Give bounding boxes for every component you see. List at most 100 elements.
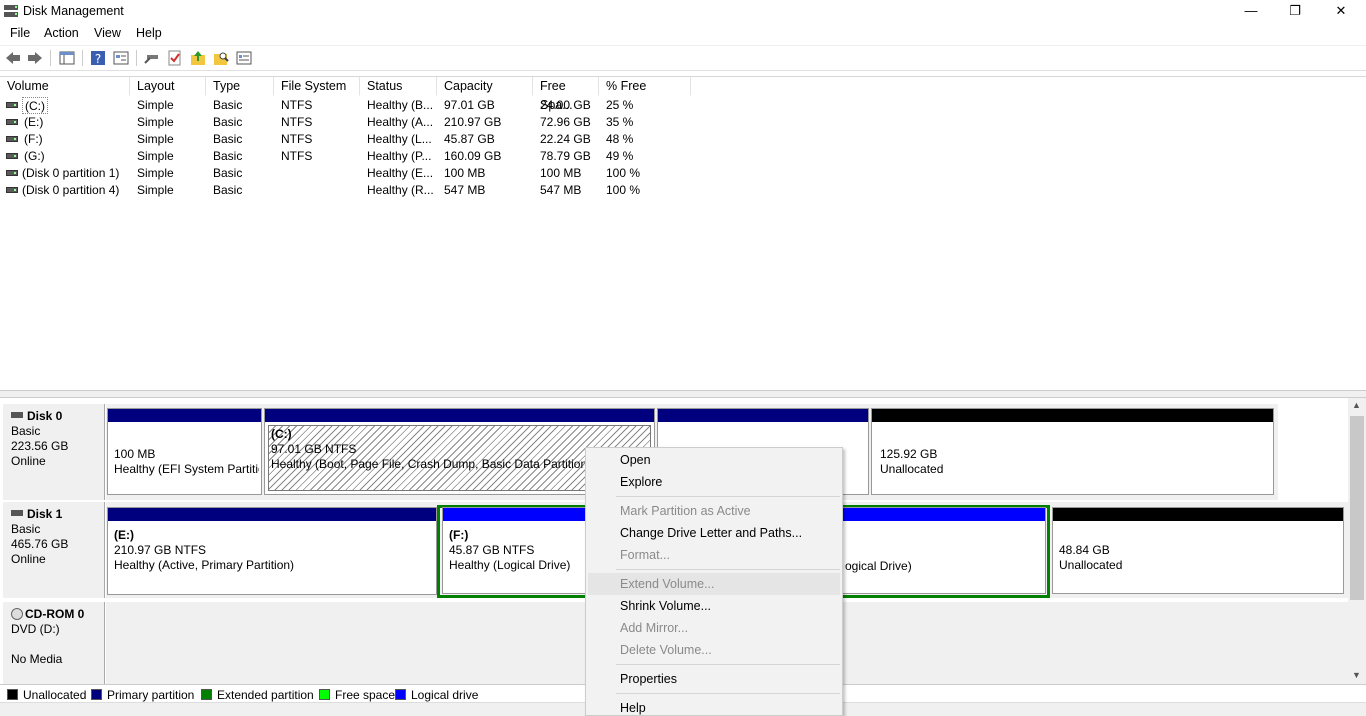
column-header-file-system[interactable]: File System: [274, 77, 360, 96]
partition-disk1-f[interactable]: (F:) 45.87 GB NTFS Healthy (Logical Driv…: [442, 507, 602, 594]
menu-item-mark-active[interactable]: Mark Partition as Active: [588, 500, 840, 522]
volume-percent-free: 100 %: [606, 166, 641, 180]
disk-name: CD-ROM 0: [25, 607, 85, 621]
properties-view-icon[interactable]: [112, 49, 130, 67]
legend-unallocated: Unallocated: [7, 688, 86, 702]
column-header-type[interactable]: Type: [206, 77, 274, 96]
cdrom-0-info[interactable]: CD-ROM 0 DVD (D:) No Media: [3, 602, 105, 684]
menu-separator: [616, 569, 840, 570]
volume-file-system: NTFS: [281, 115, 313, 129]
partition-status: Unallocated: [880, 462, 944, 476]
column-header-volume[interactable]: Volume: [0, 77, 130, 96]
volume-free-space: 78.79 GB: [540, 149, 591, 163]
legend-swatch: [91, 689, 102, 700]
connect-icon[interactable]: [143, 49, 161, 67]
menu-item-properties[interactable]: Properties: [588, 668, 840, 690]
volume-free-space: 24.00 GB: [540, 98, 591, 112]
window-list-icon[interactable]: [235, 49, 253, 67]
disk-1-info[interactable]: Disk 1 Basic 465.76 GB Online: [3, 502, 105, 598]
legend-swatch: [201, 689, 212, 700]
menu-separator: [616, 693, 840, 694]
partition-disk1-unallocated[interactable]: 48.84 GB Unallocated: [1052, 507, 1344, 594]
disk-status: Online: [11, 552, 46, 566]
legend-free-space: Free space: [319, 688, 395, 702]
pane-splitter[interactable]: [0, 390, 1366, 398]
disk-name: Disk 1: [27, 507, 63, 521]
menu-item-delete-volume[interactable]: Delete Volume...: [588, 639, 840, 661]
partition-letter: (F:): [449, 528, 469, 542]
scrollbar-thumb[interactable]: [1350, 416, 1364, 600]
help-icon[interactable]: ?: [89, 49, 107, 67]
column-header-percent-free[interactable]: % Free: [599, 77, 691, 96]
volume-percent-free: 48 %: [606, 132, 634, 146]
partition-size: 48.84 GB: [1059, 543, 1110, 557]
volume-type: Basic: [213, 132, 243, 146]
volume-status: Healthy (A...: [367, 115, 434, 129]
menu-item-format[interactable]: Format...: [588, 544, 840, 566]
legend-swatch: [395, 689, 406, 700]
partition-status: Healthy (Logical Drive): [449, 558, 571, 572]
menu-file[interactable]: File: [10, 26, 30, 40]
volume-name: (E:): [24, 115, 44, 129]
menu-item-explore[interactable]: Explore: [588, 471, 840, 493]
column-header-layout[interactable]: Layout: [130, 77, 206, 96]
search-folder-icon[interactable]: [212, 49, 230, 67]
legend-logical-drive: Logical drive: [395, 688, 478, 702]
partition-disk0-unallocated[interactable]: 125.92 GB Unallocated: [871, 408, 1274, 495]
folder-up-icon[interactable]: [189, 49, 207, 67]
svg-text:?: ?: [95, 52, 101, 66]
volume-layout: Simple: [137, 115, 174, 129]
minimize-button[interactable]: —: [1228, 0, 1274, 24]
volume-percent-free: 25 %: [606, 98, 634, 112]
volume-capacity: 210.97 GB: [444, 115, 502, 129]
partition-status: Healthy (EFI System Partition): [114, 462, 259, 476]
vertical-scrollbar[interactable]: ▲ ▼: [1348, 398, 1366, 684]
close-button[interactable]: ✕: [1318, 0, 1364, 24]
legend-primary-partition: Primary partition: [91, 688, 194, 702]
volume-capacity: 547 MB: [444, 183, 486, 197]
column-header-capacity[interactable]: Capacity: [437, 77, 533, 96]
toolbar-separator: [136, 50, 137, 66]
back-arrow-icon[interactable]: [4, 49, 22, 67]
menu-separator: [616, 496, 840, 497]
column-header-free-space[interactable]: Free Spa...: [533, 77, 599, 112]
menu-item-extend-volume[interactable]: Extend Volume...: [588, 573, 840, 595]
disk-icon: [11, 412, 23, 418]
column-header-status[interactable]: Status: [360, 77, 437, 96]
forward-arrow-icon[interactable]: [26, 49, 44, 67]
legend-extended-partition: Extended partition: [201, 688, 314, 702]
partition-disk0-efi[interactable]: 100 MB Healthy (EFI System Partition): [107, 408, 262, 495]
menu-item-help[interactable]: Help: [588, 697, 840, 716]
menu-view[interactable]: View: [94, 26, 121, 40]
partition-disk1-e[interactable]: (E:) 210.97 GB NTFS Healthy (Active, Pri…: [107, 507, 437, 595]
menu-item-change-drive-letter[interactable]: Change Drive Letter and Paths...: [588, 522, 840, 544]
unallocated-bar: [872, 409, 1273, 422]
logical-drive-bar: [443, 508, 601, 521]
menu-action[interactable]: Action: [44, 26, 79, 40]
volume-layout: Simple: [137, 132, 174, 146]
volume-layout: Simple: [137, 183, 174, 197]
volume-status: Healthy (L...: [367, 132, 432, 146]
menu-item-open[interactable]: Open: [588, 449, 840, 471]
volume-icon: [6, 119, 18, 125]
disk-management-window: Disk Management — ❐ ✕ File Action View H…: [0, 0, 1366, 716]
partition-letter: (E:): [114, 528, 134, 542]
console-tree-icon[interactable]: [58, 49, 76, 67]
volume-status: Healthy (E...: [367, 166, 434, 180]
scroll-down-arrow-icon[interactable]: ▼: [1352, 670, 1361, 680]
volume-status: Healthy (R...: [367, 183, 434, 197]
menu-item-shrink-volume[interactable]: Shrink Volume...: [588, 595, 840, 617]
scroll-up-arrow-icon[interactable]: ▲: [1352, 400, 1361, 410]
maximize-button[interactable]: ❐: [1272, 0, 1318, 24]
menu-item-add-mirror[interactable]: Add Mirror...: [588, 617, 840, 639]
volume-percent-free: 49 %: [606, 149, 634, 163]
context-menu: Open Explore Mark Partition as Active Ch…: [585, 447, 843, 716]
disk-0-info[interactable]: Disk 0 Basic 223.56 GB Online: [3, 404, 105, 500]
disk-size: 465.76 GB: [11, 537, 69, 551]
volume-status: Healthy (P...: [367, 149, 432, 163]
volume-file-system: NTFS: [281, 98, 313, 112]
volume-free-space: 100 MB: [540, 166, 582, 180]
checklist-icon[interactable]: [166, 49, 184, 67]
unallocated-bar: [1053, 508, 1343, 521]
menu-help[interactable]: Help: [136, 26, 162, 40]
